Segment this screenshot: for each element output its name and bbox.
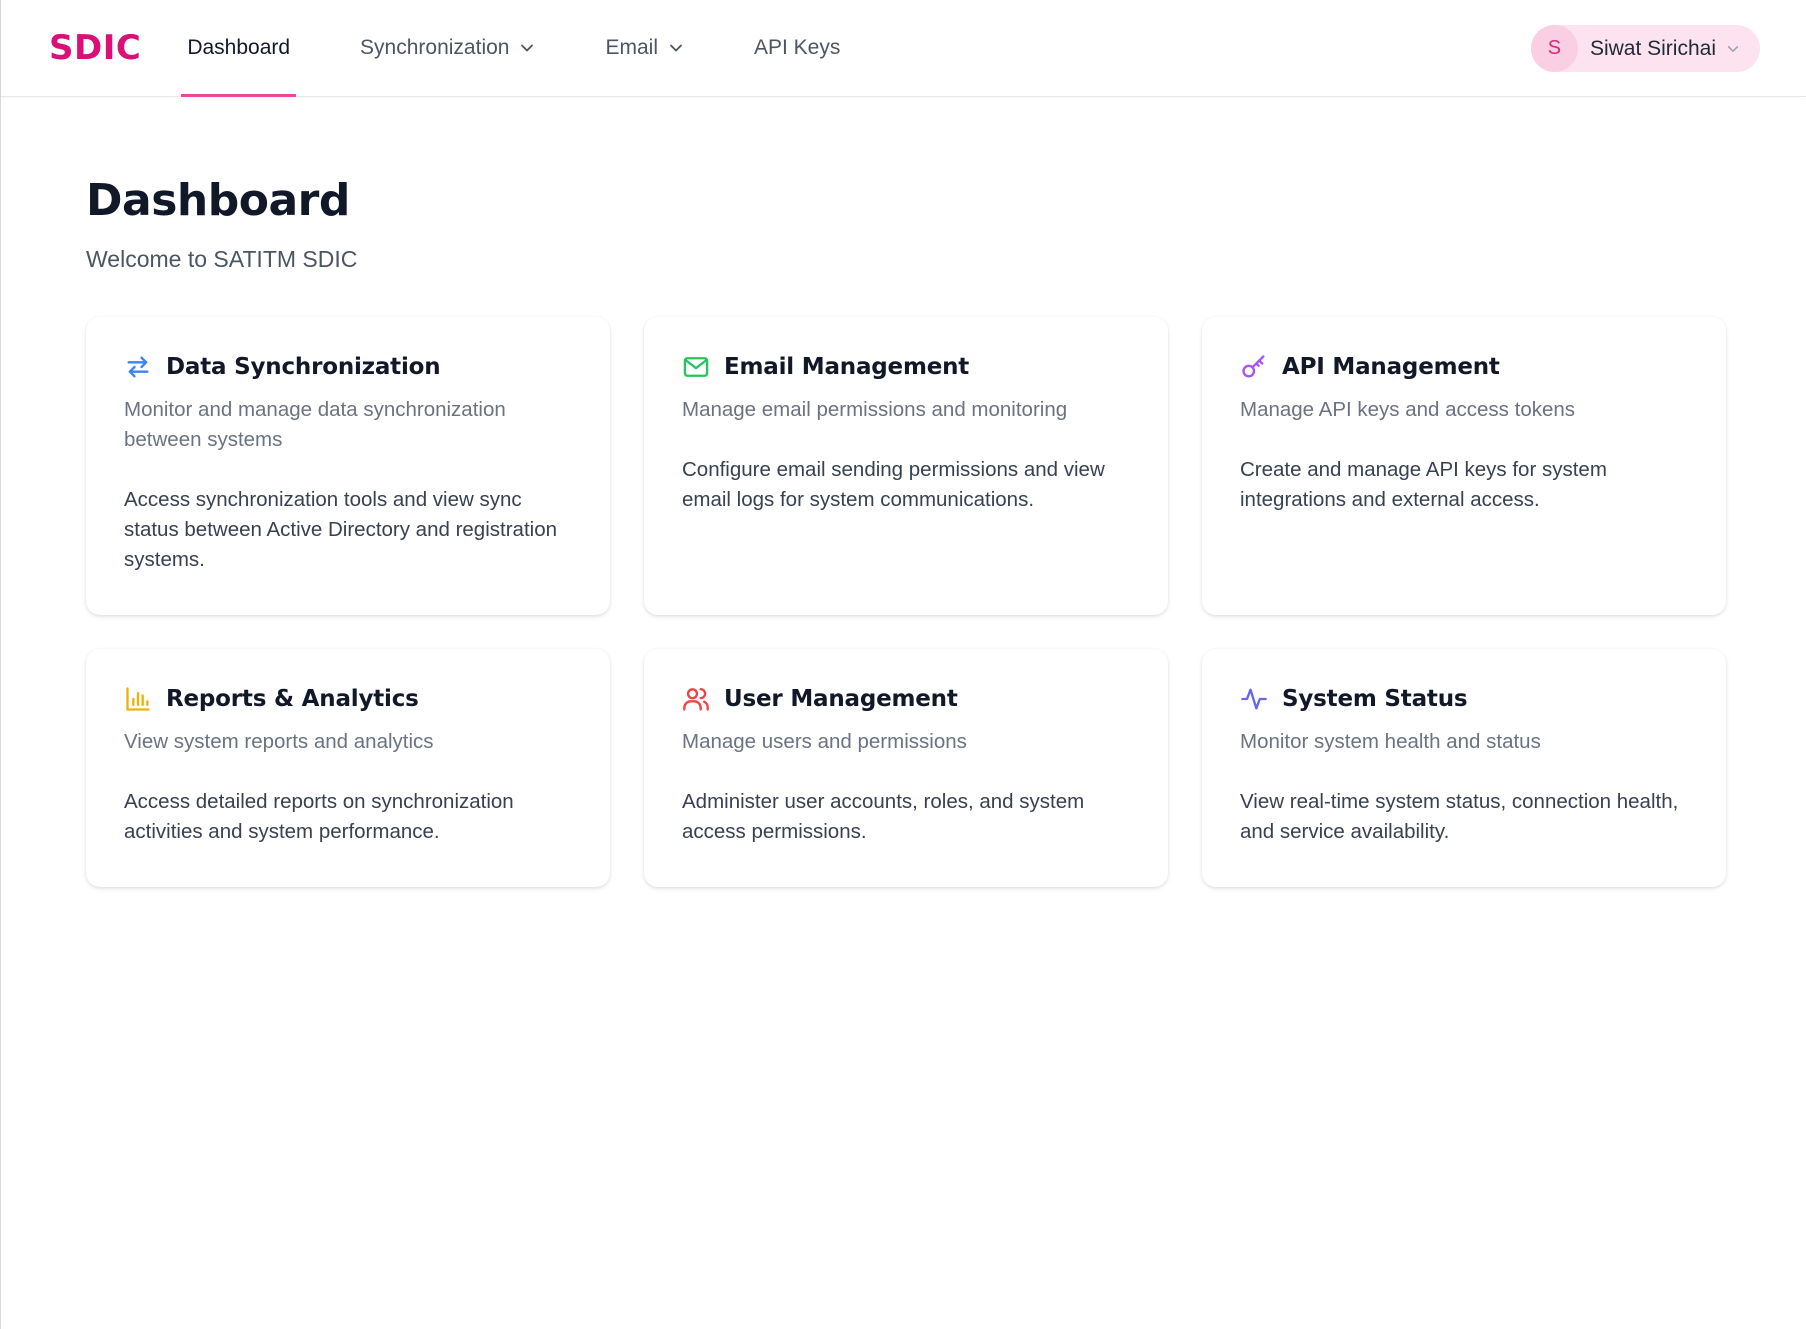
page-title: Dashboard	[86, 175, 350, 226]
bar-chart-icon	[124, 685, 152, 713]
nav-synchronization-label: Synchronization	[360, 36, 510, 59]
feature-card-grid: Data Synchronization Monitor and manage …	[86, 317, 1726, 887]
card-title: Data Synchronization	[166, 354, 441, 380]
card-header: API Management	[1240, 353, 1690, 381]
nav-api-keys-label: API Keys	[753, 36, 841, 59]
user-menu-button[interactable]: S Siwat Sirichai	[1530, 25, 1760, 72]
chevron-down-icon	[519, 40, 535, 56]
nav-synchronization[interactable]: Synchronization	[354, 0, 541, 97]
card-data-synchronization[interactable]: Data Synchronization Monitor and manage …	[86, 317, 610, 615]
users-icon	[682, 685, 710, 713]
card-header: Email Management	[682, 353, 1132, 381]
card-title: System Status	[1282, 686, 1468, 712]
card-description: Monitor and manage data synchronization …	[124, 398, 506, 451]
nav-dashboard-label: Dashboard	[187, 36, 291, 59]
card-user-management[interactable]: User Management Manage users and permiss…	[644, 649, 1168, 887]
chevron-down-icon	[1726, 42, 1740, 56]
nav-email-label: Email	[605, 36, 658, 59]
arrows-exchange-icon	[124, 353, 152, 381]
avatar: S	[1530, 25, 1578, 72]
card-body: Create and manage API keys for system in…	[1240, 458, 1607, 511]
card-reports-analytics[interactable]: Reports & Analytics View system reports …	[86, 649, 610, 887]
nav-email[interactable]: Email	[599, 0, 690, 97]
card-body: Access synchronization tools and view sy…	[124, 488, 557, 571]
chevron-down-icon	[668, 40, 684, 56]
activity-icon	[1240, 685, 1268, 713]
card-body: Access detailed reports on synchronizati…	[124, 790, 514, 843]
card-description: Manage email permissions and monitoring	[682, 398, 1068, 421]
main-nav: Dashboard Synchronization Email API Keys	[181, 0, 904, 97]
card-description: Manage users and permissions	[682, 730, 967, 753]
key-icon	[1240, 353, 1268, 381]
user-name: Siwat Sirichai	[1589, 36, 1716, 60]
card-body: Configure email sending permissions and …	[682, 458, 1105, 511]
card-header: User Management	[682, 685, 1132, 713]
card-header: Data Synchronization	[124, 353, 574, 381]
card-api-management[interactable]: API Management Manage API keys and acces…	[1202, 317, 1726, 615]
card-title: Email Management	[724, 354, 970, 380]
card-title: Reports & Analytics	[166, 686, 419, 712]
card-email-management[interactable]: Email Management Manage email permission…	[644, 317, 1168, 615]
card-title: User Management	[724, 686, 958, 712]
card-body: View real-time system status, connection…	[1240, 790, 1679, 843]
card-header: System Status	[1240, 685, 1690, 713]
card-title: API Management	[1282, 354, 1500, 380]
app-frame: SDIC Dashboard Synchronization Email API…	[0, 0, 1806, 1329]
nav-dashboard[interactable]: Dashboard	[181, 0, 296, 97]
app-logo[interactable]: SDIC	[49, 28, 141, 68]
main-content: Dashboard Welcome to SATITM SDIC Data Sy…	[1, 97, 1806, 887]
top-navbar: SDIC Dashboard Synchronization Email API…	[1, 0, 1806, 97]
card-description: Monitor system health and status	[1240, 730, 1541, 753]
card-description: Manage API keys and access tokens	[1240, 398, 1576, 421]
card-body: Administer user accounts, roles, and sys…	[682, 790, 1085, 843]
mail-icon	[682, 353, 710, 381]
page-subtitle: Welcome to SATITM SDIC	[86, 246, 358, 272]
card-system-status[interactable]: System Status Monitor system health and …	[1202, 649, 1726, 887]
card-header: Reports & Analytics	[124, 685, 574, 713]
card-description: View system reports and analytics	[124, 730, 434, 753]
nav-api-keys[interactable]: API Keys	[748, 0, 846, 97]
